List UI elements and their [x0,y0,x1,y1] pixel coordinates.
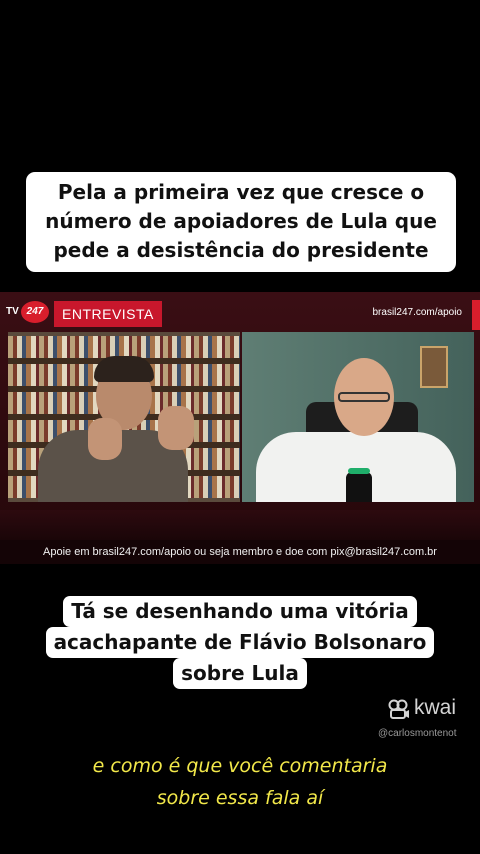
tv247-logo: TV 247 [6,301,50,325]
mid-caption-line-3: sobre Lula [173,658,307,689]
speech-subtitle: e como é que você comentaria sobre essa … [0,750,480,814]
guest-video-panel [242,332,474,502]
top-caption-line-2: número de apoiadores de Lula que [45,209,437,233]
creator-handle: @carlosmontenot [378,728,457,739]
kwai-brand-text: kwai [414,696,457,719]
kwai-icon [388,699,409,719]
subtitle-line-2: sobre essa fala aí [156,787,324,809]
site-url: brasil247.com/apoio [372,307,463,318]
host-hand-right [158,406,194,450]
top-caption-line-3: pede a desistência do presidente [53,238,429,262]
host-hand-left [88,418,122,460]
mid-caption-line-1: Tá se desenhando uma vitória [63,596,417,627]
guest-glasses [338,392,390,402]
program-label-badge: ENTREVISTA [54,301,162,327]
bookshelf-row [8,336,240,358]
microphone-ring [348,468,370,474]
red-accent-bar [472,300,480,330]
subtitle-line-1: e como é que você comentaria [92,755,388,777]
kwai-watermark: kwai [388,696,470,722]
host-video-panel [8,332,240,502]
top-caption: Pela a primeira vez que cresce o número … [26,172,456,272]
logo-number: 247 [21,301,49,323]
wall-frame [420,346,448,388]
lower-strip [0,510,480,540]
video-frame[interactable]: TV 247 ENTREVISTA brasil247.com/apoio Ap [0,292,480,564]
donation-ticker: Apoie em brasil247.com/apoio ou seja mem… [0,540,480,564]
top-caption-line-1: Pela a primeira vez que cresce o [57,180,425,204]
logo-prefix: TV [6,306,19,317]
mid-caption-line-2: acachapante de Flávio Bolsonaro [45,627,435,658]
mid-caption: Tá se desenhando uma vitória acachapante… [34,596,446,692]
microphone-icon [346,472,372,502]
host-hair [94,356,154,382]
